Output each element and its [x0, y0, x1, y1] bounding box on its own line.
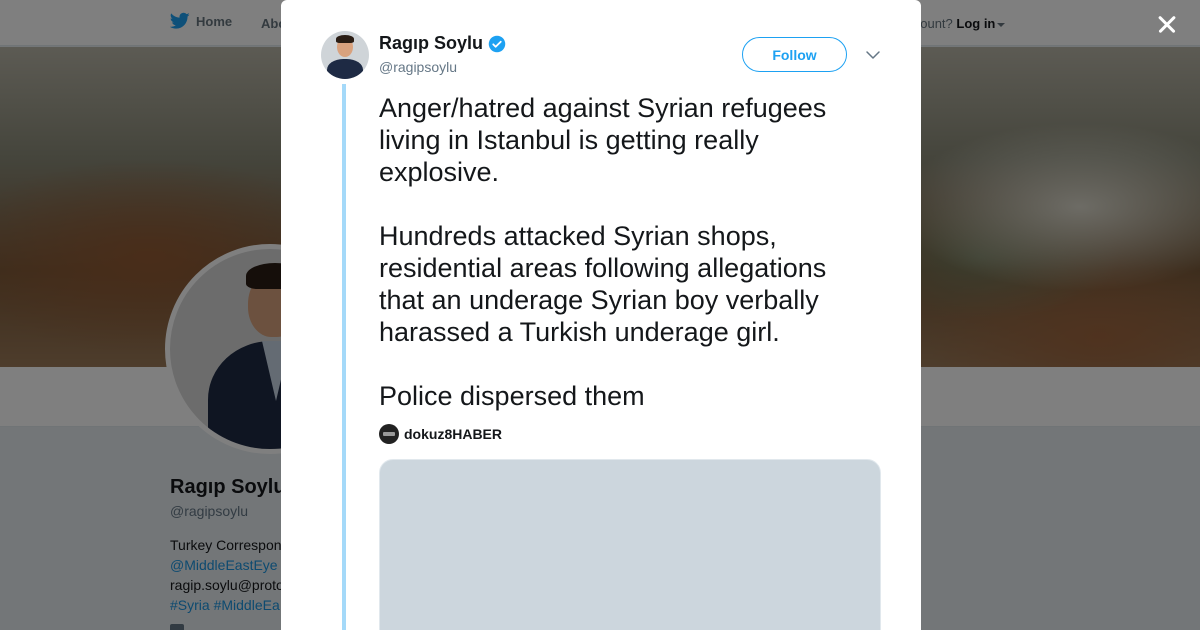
verified-badge-icon	[488, 35, 506, 52]
media-placeholder[interactable]	[379, 459, 881, 630]
author-name-row: Ragıp Soylu	[379, 33, 506, 54]
author-avatar[interactable]	[321, 31, 369, 79]
source-avatar-icon	[379, 424, 399, 444]
follow-button[interactable]: Follow	[742, 37, 847, 72]
tweet-text: Anger/hatred against Syrian refugees liv…	[379, 93, 827, 411]
thread-line	[342, 84, 346, 630]
close-icon[interactable]	[1152, 10, 1182, 40]
tweet-modal: Ragıp Soylu @ragipsoylu Follow Anger/hat…	[281, 0, 921, 630]
media-source[interactable]: dokuz8HABER	[379, 424, 502, 444]
author-handle[interactable]: @ragipsoylu	[379, 59, 457, 75]
media-source-name: dokuz8HABER	[404, 426, 503, 442]
author-name[interactable]: Ragıp Soylu	[379, 33, 483, 54]
chevron-down-icon[interactable]	[865, 47, 881, 63]
